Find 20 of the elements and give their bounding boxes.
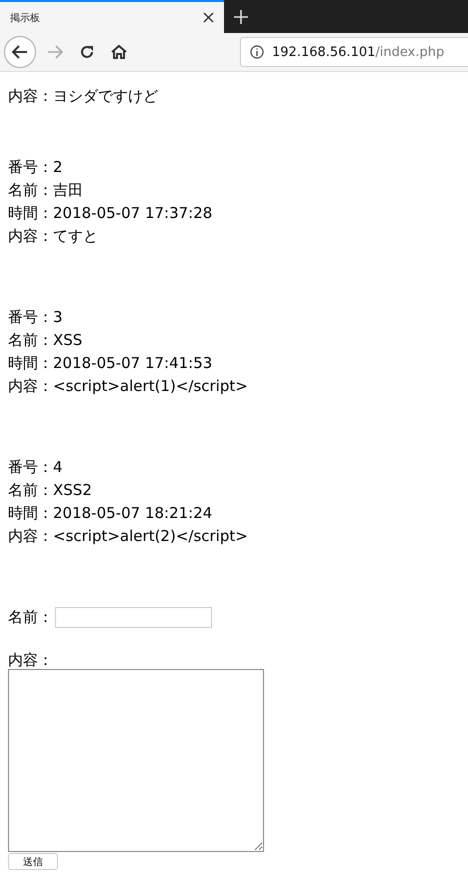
- name-label: 名前：: [8, 607, 53, 628]
- post-field: 内容：<script>alert(1)</script>: [8, 375, 460, 398]
- post-field: 名前：XSS2: [8, 479, 460, 502]
- post-field: 内容：ヨシダですけど: [8, 85, 460, 108]
- url-text: 192.168.56.101/index.php: [272, 44, 444, 60]
- post-field: 番号：2: [8, 156, 460, 179]
- post-field: 時間：2018-05-07 17:41:53: [8, 352, 460, 375]
- tab-title: 掲示板: [10, 12, 40, 24]
- post-field: 時間：2018-05-07 18:21:24: [8, 502, 460, 525]
- post-field: 内容：<script>alert(2)</script>: [8, 525, 460, 548]
- address-bar[interactable]: 192.168.56.101/index.php: [240, 37, 468, 67]
- post-field: 番号：4: [8, 456, 460, 479]
- post-field: 番号：3: [8, 306, 460, 329]
- post-field: 名前：吉田: [8, 179, 460, 202]
- post-field: 時間：2018-05-07 17:37:28: [8, 202, 460, 225]
- submit-button[interactable]: 送信: [8, 853, 58, 870]
- content-label: 内容：: [8, 651, 54, 669]
- post-field: 名前：XSS: [8, 329, 460, 352]
- browser-tab[interactable]: 掲示板: [0, 0, 224, 33]
- post-field: 内容：てすと: [8, 225, 460, 248]
